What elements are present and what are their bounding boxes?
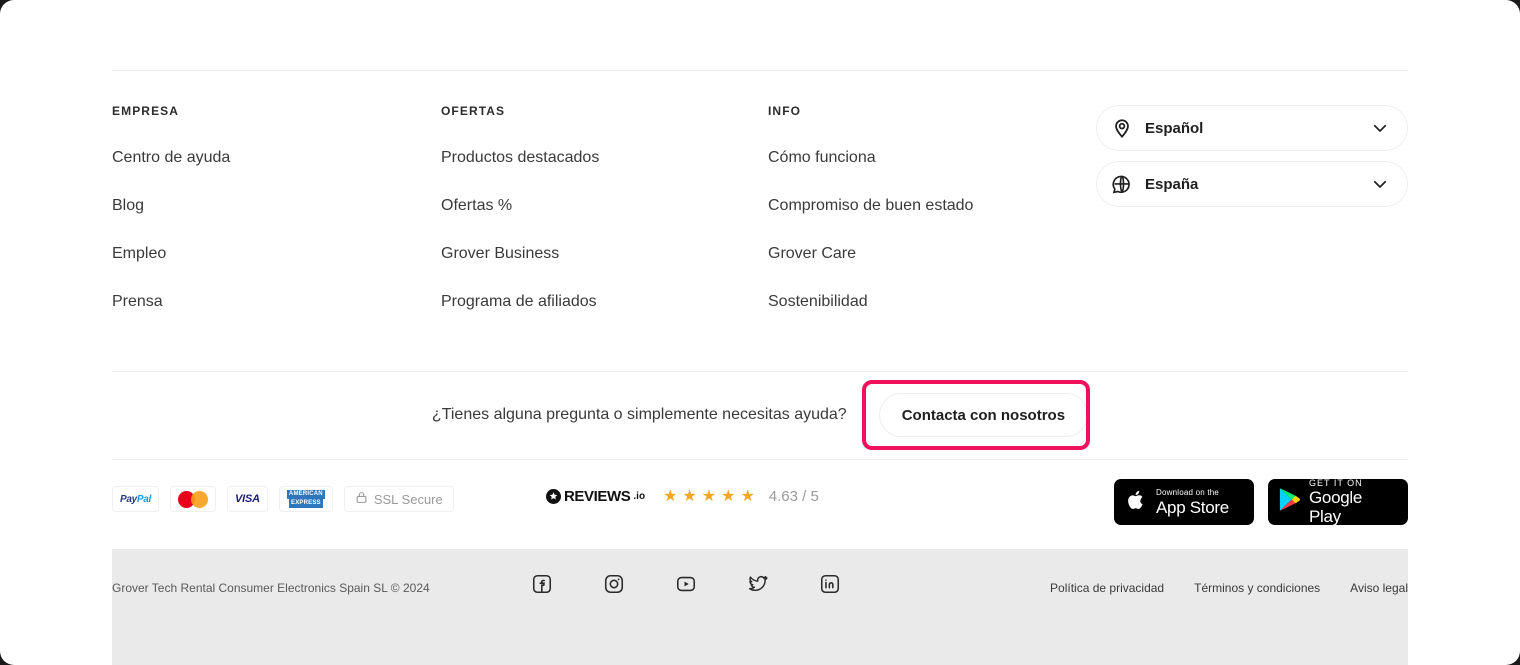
star-icon: ★ bbox=[663, 487, 678, 505]
divider-top bbox=[112, 70, 1408, 71]
app-store-badges: Download on the App Store GET IT ON Goog… bbox=[1114, 478, 1408, 526]
facebook-icon[interactable] bbox=[531, 573, 553, 595]
footer-link-ofertas[interactable]: Ofertas % bbox=[441, 196, 599, 215]
footer-link-como-funciona[interactable]: Cómo funciona bbox=[768, 148, 973, 167]
footer-link-prensa[interactable]: Prensa bbox=[112, 292, 230, 311]
app-store-line-2: App Store bbox=[1156, 497, 1229, 517]
footer-column-empresa: EMPRESA Centro de ayuda Blog Empleo Pren… bbox=[112, 104, 230, 340]
app-store-line-1: Download on the bbox=[1156, 487, 1220, 497]
reviews-brand-suffix: .io bbox=[633, 491, 646, 502]
country-select-value: España bbox=[1145, 175, 1199, 193]
footer-link-blog[interactable]: Blog bbox=[112, 196, 230, 215]
footer-selectors: Español España bbox=[1096, 105, 1408, 217]
google-play-line-1: GET IT ON bbox=[1309, 478, 1363, 488]
chevron-down-icon bbox=[1371, 119, 1389, 137]
paypal-label-b: Pal bbox=[136, 493, 152, 505]
social-links bbox=[531, 573, 841, 595]
language-select-value: Español bbox=[1145, 119, 1204, 137]
star-icon: ★ bbox=[721, 487, 736, 505]
legal-link-terminos[interactable]: Términos y condiciones bbox=[1194, 581, 1320, 595]
star-icon: ★ bbox=[682, 487, 697, 505]
location-pin-icon bbox=[1111, 117, 1133, 139]
star-icon: ★ bbox=[740, 487, 755, 505]
language-select[interactable]: Español bbox=[1096, 105, 1408, 151]
footer-link-grover-care[interactable]: Grover Care bbox=[768, 244, 973, 263]
paypal-icon: PayPal bbox=[112, 486, 160, 512]
country-select[interactable]: España bbox=[1096, 161, 1408, 207]
footer-link-grover-business[interactable]: Grover Business bbox=[441, 244, 599, 263]
google-play-badge[interactable]: GET IT ON Google Play bbox=[1268, 478, 1408, 526]
visa-icon: VISA bbox=[227, 486, 268, 512]
ssl-secure-badge: SSL Secure bbox=[343, 486, 454, 512]
copyright-text: Grover Tech Rental Consumer Electronics … bbox=[112, 581, 430, 595]
column-heading: INFO bbox=[768, 104, 802, 118]
chevron-down-icon bbox=[1371, 175, 1389, 193]
mastercard-icon bbox=[170, 486, 217, 512]
rating-value: 4.63 / 5 bbox=[768, 488, 819, 505]
reviews-star-mark-icon bbox=[546, 489, 561, 504]
star-rating: ★ ★ ★ ★ ★ bbox=[663, 487, 755, 505]
google-play-triangle-icon bbox=[1278, 487, 1301, 517]
twitter-icon[interactable] bbox=[747, 573, 769, 595]
language-globe-icon bbox=[1111, 173, 1133, 195]
footer-link-productos-destacados[interactable]: Productos destacados bbox=[441, 148, 599, 167]
footer-column-ofertas: OFERTAS Productos destacados Ofertas % G… bbox=[441, 104, 599, 340]
footer-link-empleo[interactable]: Empleo bbox=[112, 244, 230, 263]
reviews-io-logo: REVIEWS .io bbox=[546, 488, 645, 505]
contact-us-button[interactable]: Contacta con nosotros bbox=[878, 393, 1089, 437]
linkedin-icon[interactable] bbox=[819, 573, 841, 595]
footer-link-centro-de-ayuda[interactable]: Centro de ayuda bbox=[112, 148, 230, 167]
apple-icon bbox=[1124, 488, 1148, 517]
footer-column-info: INFO Cómo funciona Compromiso de buen es… bbox=[768, 104, 973, 340]
trust-row: PayPal VISA AMERICAN EXPRESS SSL Secure … bbox=[112, 459, 1408, 549]
star-icon: ★ bbox=[701, 487, 717, 505]
app-store-badge[interactable]: Download on the App Store bbox=[1114, 479, 1254, 525]
column-heading: OFERTAS bbox=[441, 104, 506, 118]
legal-links: Política de privacidad Términos y condic… bbox=[1050, 581, 1408, 595]
payment-badges: PayPal VISA AMERICAN EXPRESS SSL Secure bbox=[112, 486, 454, 512]
paypal-label-a: Pay bbox=[120, 493, 137, 505]
reviews-rating[interactable]: REVIEWS .io ★ ★ ★ ★ ★ 4.63 / 5 bbox=[546, 488, 819, 505]
google-play-line-2: Google Play bbox=[1309, 488, 1363, 526]
contact-question: ¿Tienes alguna pregunta o simplemente ne… bbox=[431, 406, 847, 423]
ssl-secure-label: SSL Secure bbox=[373, 491, 443, 507]
instagram-icon[interactable] bbox=[603, 573, 625, 595]
amex-line-1: AMERICAN bbox=[286, 490, 325, 499]
amex-line-2: EXPRESS bbox=[289, 499, 323, 508]
footer-link-programa-de-afiliados[interactable]: Programa de afiliados bbox=[441, 292, 599, 311]
contact-row: ¿Tienes alguna pregunta o simplemente ne… bbox=[112, 371, 1408, 459]
page-root: EMPRESA Centro de ayuda Blog Empleo Pren… bbox=[0, 0, 1520, 665]
youtube-icon[interactable] bbox=[675, 573, 697, 595]
lock-icon bbox=[355, 491, 368, 507]
footer-bottom-bar: Grover Tech Rental Consumer Electronics … bbox=[112, 549, 1408, 665]
footer-link-compromiso-de-buen-estado[interactable]: Compromiso de buen estado bbox=[768, 196, 973, 215]
column-heading: EMPRESA bbox=[112, 104, 180, 118]
legal-link-aviso[interactable]: Aviso legal bbox=[1350, 581, 1408, 595]
reviews-brand: REVIEWS bbox=[564, 488, 631, 505]
legal-link-privacidad[interactable]: Política de privacidad bbox=[1050, 581, 1164, 595]
visa-label: VISA bbox=[235, 493, 260, 505]
footer-link-sostenibilidad[interactable]: Sostenibilidad bbox=[768, 292, 973, 311]
amex-icon: AMERICAN EXPRESS bbox=[278, 486, 333, 512]
